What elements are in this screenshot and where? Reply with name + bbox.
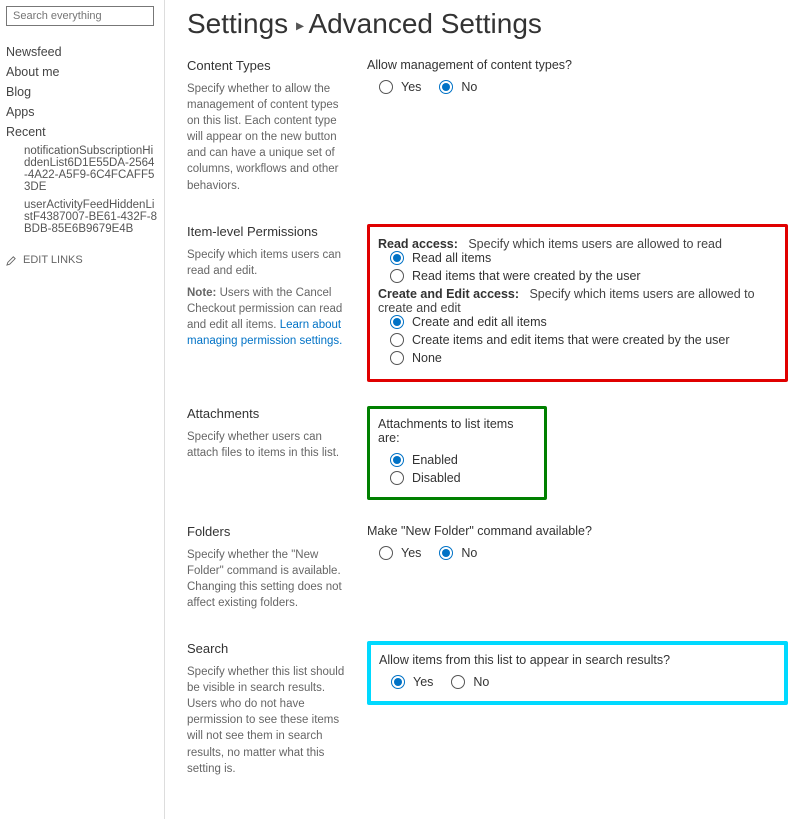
section-note: Note: Users with the Cancel Checkout per… (187, 285, 349, 349)
create-radio-all[interactable]: Create and edit all items (390, 315, 777, 329)
srch-radio-yes[interactable]: Yes (391, 675, 433, 689)
option-label: Create and edit all items (412, 315, 547, 329)
sidebar-sub-item[interactable]: userActivityFeedHiddenListF4387007-BE61-… (6, 196, 164, 238)
breadcrumb-root[interactable]: Settings (187, 8, 288, 39)
option-label: Read all items (412, 251, 491, 265)
pencil-icon (6, 255, 17, 266)
sidebar: Newsfeed About me Blog Apps Recent notif… (0, 0, 165, 819)
fold-question: Make "New Folder" command available? (367, 524, 788, 538)
attachments-panel: Attachments to list items are: Enabled D… (367, 406, 547, 500)
option-label: Enabled (412, 453, 458, 467)
section-heading-attachments: Attachments (187, 406, 349, 421)
search-panel: Allow items from this list to appear in … (367, 641, 788, 705)
read-radio-own[interactable]: Read items that were created by the user (390, 269, 777, 283)
att-question: Attachments to list items are: (378, 417, 536, 445)
section-heading-folders: Folders (187, 524, 349, 539)
sidebar-item-newsfeed[interactable]: Newsfeed (6, 42, 164, 62)
radio-icon (390, 251, 404, 265)
ct-question: Allow management of content types? (367, 58, 788, 72)
option-label: No (473, 675, 489, 689)
create-radio-own[interactable]: Create items and edit items that were cr… (390, 333, 777, 347)
option-label: Read items that were created by the user (412, 269, 641, 283)
radio-icon (379, 546, 393, 560)
radio-icon (390, 453, 404, 467)
fold-radio-no[interactable]: No (439, 546, 477, 560)
section-desc: Specify whether to allow the management … (187, 81, 349, 194)
radio-icon (439, 80, 453, 94)
option-label: None (412, 351, 442, 365)
sidebar-item-apps[interactable]: Apps (6, 102, 164, 122)
option-label: No (461, 80, 477, 94)
srch-question: Allow items from this list to appear in … (379, 653, 776, 667)
att-radio-enabled[interactable]: Enabled (390, 453, 536, 467)
ct-radio-yes[interactable]: Yes (379, 80, 421, 94)
sidebar-item-aboutme[interactable]: About me (6, 62, 164, 82)
search-box[interactable] (6, 6, 154, 26)
radio-icon (390, 315, 404, 329)
fold-radio-yes[interactable]: Yes (379, 546, 421, 560)
section-desc: Specify whether this list should be visi… (187, 664, 349, 777)
section-heading-permissions: Item-level Permissions (187, 224, 349, 239)
radio-icon (439, 546, 453, 560)
search-input[interactable] (11, 9, 157, 23)
radio-icon (390, 351, 404, 365)
option-label: Yes (413, 675, 433, 689)
option-label: Create items and edit items that were cr… (412, 333, 730, 347)
create-access-head: Create and Edit access: (378, 287, 519, 301)
sidebar-item-blog[interactable]: Blog (6, 82, 164, 102)
radio-icon (391, 675, 405, 689)
sidebar-nav: Newsfeed About me Blog Apps Recent notif… (6, 42, 164, 238)
read-access-head: Read access: (378, 237, 458, 251)
option-label: No (461, 546, 477, 560)
radio-icon (451, 675, 465, 689)
breadcrumb: Settings ▸ Advanced Settings (187, 8, 788, 40)
sidebar-item-recent[interactable]: Recent (6, 122, 164, 142)
note-label: Note: (187, 287, 216, 299)
edit-links-label: EDIT LINKS (23, 254, 83, 266)
edit-links-button[interactable]: EDIT LINKS (6, 254, 164, 266)
option-label: Yes (401, 80, 421, 94)
section-desc: Specify whether the "New Folder" command… (187, 547, 349, 611)
main-content: Settings ▸ Advanced Settings Content Typ… (165, 0, 800, 819)
section-heading-search: Search (187, 641, 349, 656)
section-heading-content-types: Content Types (187, 58, 349, 73)
radio-icon (390, 333, 404, 347)
breadcrumb-current: Advanced Settings (308, 8, 542, 39)
radio-icon (379, 80, 393, 94)
permissions-panel: Read access: Specify which items users a… (367, 224, 788, 382)
ct-radio-no[interactable]: No (439, 80, 477, 94)
radio-icon (390, 269, 404, 283)
radio-icon (390, 471, 404, 485)
breadcrumb-sep-icon: ▸ (296, 18, 308, 35)
att-radio-disabled[interactable]: Disabled (390, 471, 536, 485)
read-access-desc: Specify which items users are allowed to… (468, 237, 722, 251)
section-desc: Specify which items users can read and e… (187, 247, 349, 279)
option-label: Yes (401, 546, 421, 560)
option-label: Disabled (412, 471, 461, 485)
srch-radio-no[interactable]: No (451, 675, 489, 689)
create-radio-none[interactable]: None (390, 351, 777, 365)
section-desc: Specify whether users can attach files t… (187, 429, 349, 461)
read-radio-all[interactable]: Read all items (390, 251, 777, 265)
sidebar-sub-item[interactable]: notificationSubscriptionHiddenList6D1E55… (6, 142, 164, 196)
